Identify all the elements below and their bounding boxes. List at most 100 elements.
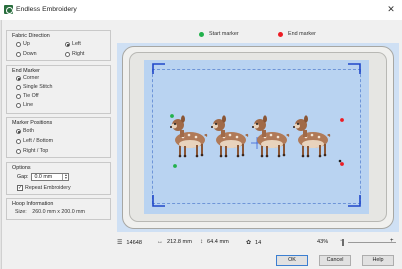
zoom-level-value: 43% [317,239,329,245]
fabric-direction-title: Fabric Direction [12,33,50,39]
radio-single-stitch-indicator[interactable] [16,84,21,90]
radio-both-label: Both [23,128,34,134]
end-marker-title: End Marker [12,68,40,74]
radio-left-label: Left [72,41,81,47]
radio-corner-label: Corner [23,75,40,81]
hoop-information-title: Hoop Information [12,201,54,207]
repeat-embroidery-checkbox[interactable]: ✓ Repeat Embroidery [17,185,71,191]
marker-positions-group: Marker Positions Both Left / Bottom Righ… [6,117,111,158]
corner-bracket-bottom-right [348,195,361,207]
radio-up-indicator[interactable] [16,41,21,47]
window-left-edge [0,20,2,269]
radio-left-indicator[interactable] [65,41,70,47]
radio-down-label: Down [23,51,37,57]
zoom-in-button[interactable]: + [390,238,394,244]
radio-left-bottom[interactable]: Left / Bottom [16,138,53,144]
start-marker-top [170,114,174,118]
color-count-value: 14 [255,239,262,246]
color-count: ✿ 14 [246,239,262,247]
options-group: Options Gap: 0.0 mm ▲ ▼ ✓ Repeat Embroide… [6,162,111,195]
hoop-size: Size: 260.0 mm x 200.0 mm [15,209,85,215]
radio-line[interactable]: Line [16,102,33,108]
deer-motif-2 [211,115,249,158]
radio-single-stitch-label: Single Stitch [23,84,53,90]
radio-tie-off-indicator[interactable] [16,93,21,99]
height-icon: ↕ [200,239,203,245]
design-overlay [152,63,361,207]
window-title: Endless Embroidery [16,6,77,13]
gap-spinner[interactable]: ▲ ▼ [62,173,68,181]
gap-row: Gap: 0.0 mm ▲ ▼ [17,173,70,181]
gap-label: Gap: [17,174,29,180]
title-bar: Endless Embroidery ✕ [0,0,402,20]
corner-bracket-bottom-left [152,195,165,207]
ok-button[interactable]: OK [276,255,308,266]
radio-line-label: Line [23,102,34,108]
radio-tie-off-label: Tie Off [23,93,39,99]
fabric-direction-group: Fabric Direction Up Left Down Right [6,30,111,61]
radio-tie-off[interactable]: Tie Off [16,93,39,99]
close-button[interactable]: ✕ [385,3,397,15]
radio-right-top-indicator[interactable] [16,148,21,154]
radio-left[interactable]: Left [65,41,81,47]
start-marker-legend: Start marker [199,31,239,37]
repeat-checkbox-box[interactable]: ✓ [17,185,23,191]
design-height: ↕ 64.4 mm [200,239,229,245]
radio-up-label: Up [23,41,30,47]
radio-right-top[interactable]: Right / Top [16,148,48,154]
embroidery-preview-canvas[interactable] [117,43,399,232]
deer-motif-4 [293,115,331,158]
radio-corner[interactable]: Corner [16,75,39,81]
width-icon: ↔ [157,239,163,245]
corner-bracket-top-right [348,63,361,74]
end-marker-label: End marker [288,31,316,37]
end-marker-group: End Marker Corner Single Stitch Tie Off … [6,65,111,114]
zoom-level: 43% [317,239,328,245]
stitch-count: ☰ 14648 [117,239,142,247]
design-height-value: 64.4 mm [207,239,229,245]
app-icon [4,5,13,14]
radio-single-stitch[interactable]: Single Stitch [16,84,52,90]
radio-down[interactable]: Down [16,51,37,57]
zoom-slider-track[interactable] [348,242,396,243]
end-marker-top [340,118,344,122]
cancel-button[interactable]: Cancel [319,255,351,266]
zoom-slider-thumb[interactable] [342,239,344,246]
end-marker-dot [278,31,283,37]
help-button[interactable]: Help [362,255,394,266]
deer-motif-3 [252,115,290,158]
radio-right-top-label: Right / Top [23,148,49,154]
corner-bracket-top-left [152,63,165,74]
options-title: Options [12,165,31,171]
radio-right[interactable]: Right [65,51,84,57]
radio-left-bottom-label: Left / Bottom [23,138,54,144]
radio-line-indicator[interactable] [16,102,21,108]
gap-input[interactable]: 0.0 mm ▲ ▼ [31,173,70,181]
deer-motif [170,115,208,158]
start-marker-label: Start marker [209,31,239,37]
gap-value: 0.0 mm [34,174,53,180]
hoop-information-group: Hoop Information Size: 260.0 mm x 200.0 … [6,198,111,220]
repeat-embroidery-label: Repeat Embroidery [25,185,71,191]
start-marker-dot [199,31,204,37]
stitch-count-icon: ☰ [117,240,123,246]
hoop-size-label: Size: [15,209,27,215]
radio-right-indicator[interactable] [65,51,70,57]
end-marker-bottom [340,162,344,166]
design-width: ↔ 212.8 mm [157,239,192,245]
design-width-value: 212.8 mm [167,239,192,245]
radio-left-bottom-indicator[interactable] [16,138,21,144]
hoop-size-value: 260.0 mm x 200.0 mm [32,209,85,215]
palette-icon: ✿ [246,240,252,246]
radio-right-label: Right [72,51,85,57]
radio-both-indicator[interactable] [16,128,21,134]
radio-corner-indicator[interactable] [16,75,21,81]
stitch-count-value: 14648 [126,239,142,246]
radio-down-indicator[interactable] [16,51,21,57]
radio-up[interactable]: Up [16,41,30,47]
start-marker-bottom [173,164,177,168]
marker-positions-title: Marker Positions [12,120,53,126]
end-marker-legend: End marker [278,31,316,37]
radio-both[interactable]: Both [16,128,34,134]
end-marker-corner-stitch [338,159,342,163]
